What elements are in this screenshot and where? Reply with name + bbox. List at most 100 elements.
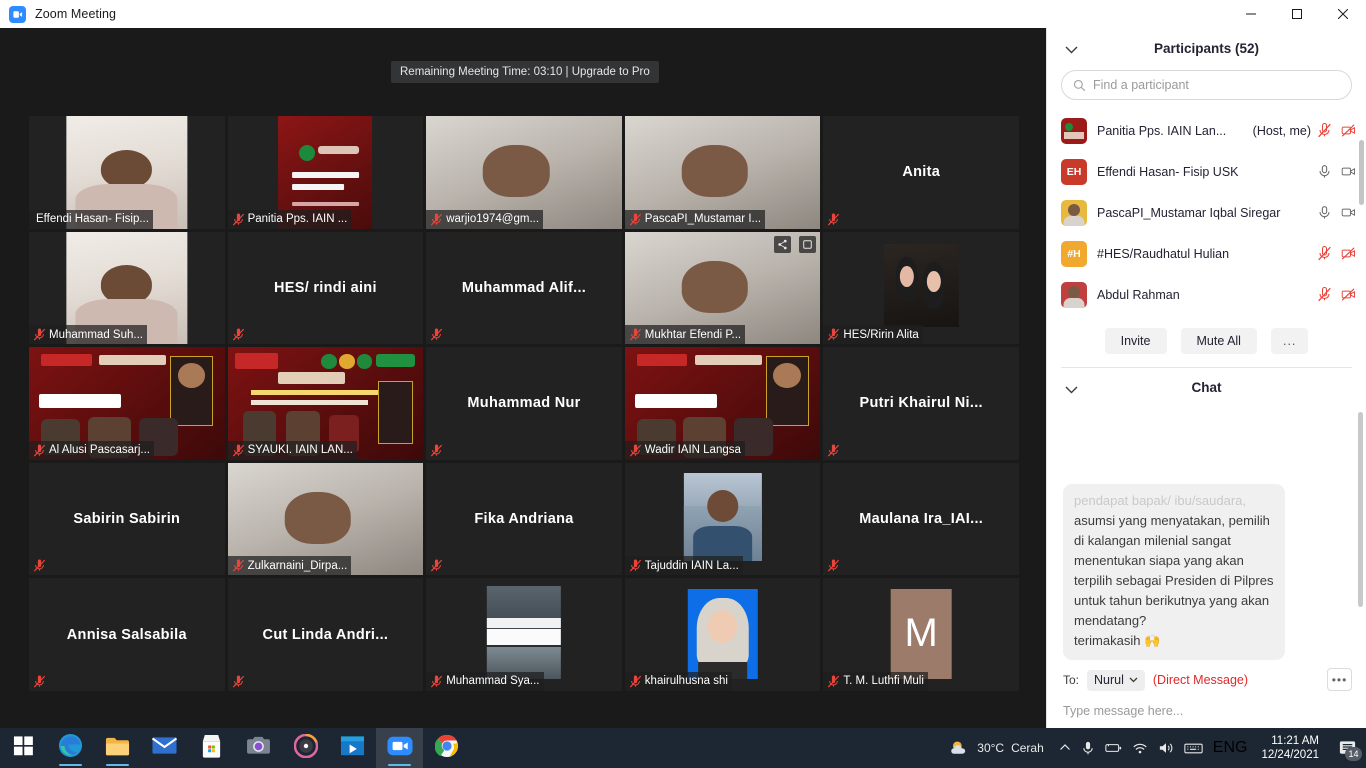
chat-input-row[interactable] — [1047, 694, 1366, 728]
chevron-down-icon[interactable] — [1065, 381, 1078, 399]
mic-muted-icon — [827, 328, 840, 341]
tile-name-label: warjio1974@gm... — [446, 213, 539, 225]
video-tile[interactable]: Muhammad Alif... — [426, 232, 622, 345]
close-button[interactable] — [1320, 0, 1366, 28]
wifi-icon[interactable] — [1132, 742, 1148, 755]
taskbar-zoom[interactable] — [376, 728, 423, 768]
window-titlebar: Zoom Meeting — [0, 0, 1366, 28]
taskbar-edge[interactable] — [47, 728, 94, 768]
share-icon[interactable] — [774, 236, 791, 253]
clock-time: 11:21 AM — [1261, 734, 1319, 748]
mic-muted-icon[interactable] — [1317, 287, 1332, 302]
video-tile[interactable]: Tajuddin IAIN La... — [625, 463, 821, 576]
microphone-icon[interactable] — [1081, 741, 1095, 756]
video-tile[interactable]: Mukhtar Efendi P... — [625, 232, 821, 345]
taskbar-mail[interactable] — [141, 728, 188, 768]
video-tile[interactable]: Maulana Ira_IAI... — [823, 463, 1019, 576]
tile-name-bar: Muhammad Suh... — [29, 325, 147, 344]
taskbar-weather[interactable]: 30°C Cerah — [943, 728, 1050, 768]
video-tile[interactable]: warjio1974@gm... — [426, 116, 622, 229]
volume-icon[interactable] — [1158, 741, 1174, 755]
mic-on-icon[interactable] — [1317, 164, 1332, 179]
avatar: EH — [1061, 159, 1087, 185]
participants-scrollbar[interactable] — [1359, 140, 1364, 205]
cam-off-icon[interactable] — [1341, 287, 1356, 302]
video-tile[interactable]: Putri Khairul Ni... — [823, 347, 1019, 460]
search-input[interactable] — [1093, 78, 1340, 92]
video-tile[interactable]: Panitia Pps. IAIN ... — [228, 116, 424, 229]
video-tile[interactable]: Muhammad Sya... — [426, 578, 622, 691]
video-tile[interactable]: Al Alusi Pascasarj... — [29, 347, 225, 460]
tile-display-name: Anita — [823, 116, 1019, 229]
mic-muted-icon[interactable] — [1317, 246, 1332, 261]
chat-message-clipped: pendapat bapak/ ibu/saudara, — [1074, 491, 1274, 511]
taskbar-movies-tv[interactable] — [329, 728, 376, 768]
chevron-up-icon[interactable] — [1059, 742, 1071, 754]
video-tile[interactable]: HES/ rindi aini — [228, 232, 424, 345]
pin-icon[interactable] — [799, 236, 816, 253]
cam-on-icon[interactable] — [1341, 164, 1356, 179]
keyboard-icon[interactable] — [1184, 742, 1203, 755]
video-tile[interactable]: Zulkarnaini_Dirpa... — [228, 463, 424, 576]
participants-more-button[interactable]: ... — [1271, 328, 1308, 354]
video-tile[interactable]: Anita — [823, 116, 1019, 229]
tile-name-label: Al Alusi Pascasarj... — [49, 444, 150, 456]
taskbar-camera[interactable] — [235, 728, 282, 768]
participant-search-box[interactable] — [1061, 70, 1352, 100]
minimize-button[interactable] — [1228, 0, 1274, 28]
tile-name-label: Zulkarnaini_Dirpa... — [248, 560, 348, 572]
participant-row[interactable]: Panitia Pps. IAIN Lan...(Host, me) — [1047, 110, 1366, 151]
start-button[interactable] — [0, 728, 47, 768]
chat-scrollbar[interactable] — [1358, 412, 1363, 607]
taskbar-file-explorer[interactable] — [94, 728, 141, 768]
cam-on-icon[interactable] — [1341, 205, 1356, 220]
participant-search-wrap — [1047, 68, 1366, 110]
tile-name-bar — [426, 325, 447, 344]
tile-name-label: PascaPI_Mustamar I... — [645, 213, 761, 225]
chevron-down-icon[interactable] — [1065, 41, 1078, 59]
video-tile[interactable]: Annisa Salsabila — [29, 578, 225, 691]
video-tile[interactable]: HES/Ririn Alita — [823, 232, 1019, 345]
mute-all-button[interactable]: Mute All — [1181, 328, 1257, 354]
video-tile[interactable]: Effendi Hasan- Fisip... — [29, 116, 225, 229]
taskbar-chrome[interactable] — [423, 728, 470, 768]
participant-row[interactable]: PascaPI_Mustamar Iqbal Siregar — [1047, 192, 1366, 233]
tile-display-name: Muhammad Nur — [426, 347, 622, 460]
participant-row[interactable]: #H#HES/Raudhatul Hulian — [1047, 233, 1366, 274]
participant-row[interactable]: EHEffendi Hasan- Fisip USK — [1047, 151, 1366, 192]
tile-name-bar: SYAUKI. IAIN LAN... — [228, 441, 357, 460]
video-tile[interactable]: Cut Linda Andri... — [228, 578, 424, 691]
maximize-button[interactable] — [1274, 0, 1320, 28]
video-tile[interactable]: MT. M. Luthfi Muli — [823, 578, 1019, 691]
participant-row[interactable]: Abdul Rahman — [1047, 274, 1366, 315]
chat-message-area[interactable]: pendapat bapak/ ibu/saudara, asumsi yang… — [1047, 406, 1366, 666]
mic-muted-icon — [430, 328, 443, 341]
cam-off-icon[interactable] — [1341, 246, 1356, 261]
video-tile[interactable]: Wadir IAIN Langsa — [625, 347, 821, 460]
invite-button[interactable]: Invite — [1105, 328, 1167, 354]
taskbar-microsoft-store[interactable] — [188, 728, 235, 768]
video-tile[interactable]: Fika Andriana — [426, 463, 622, 576]
video-tile[interactable]: PascaPI_Mustamar I... — [625, 116, 821, 229]
language-indicator[interactable]: ENG — [1213, 739, 1248, 757]
video-tile[interactable]: khairulhusna shi — [625, 578, 821, 691]
meeting-timer-banner[interactable]: Remaining Meeting Time: 03:10 | Upgrade … — [391, 61, 659, 83]
chat-more-options-icon[interactable]: ••• — [1327, 668, 1352, 691]
mic-muted-icon[interactable] — [1317, 123, 1332, 138]
video-tile[interactable]: SYAUKI. IAIN LAN... — [228, 347, 424, 460]
tile-name-bar — [228, 325, 249, 344]
battery-icon[interactable] — [1105, 742, 1122, 754]
chat-message-input[interactable] — [1063, 704, 1350, 718]
mic-on-icon[interactable] — [1317, 205, 1332, 220]
participant-photo — [687, 589, 757, 679]
notification-center-button[interactable]: 14 — [1328, 728, 1366, 768]
chat-recipient-dropdown[interactable]: Nurul — [1087, 670, 1145, 691]
taskbar-clock[interactable]: 11:21 AM 12/24/2021 — [1256, 734, 1328, 762]
participant-name: Abdul Rahman — [1097, 288, 1311, 302]
taskbar-media-player[interactable] — [282, 728, 329, 768]
weather-description: Cerah — [1011, 741, 1044, 755]
video-tile[interactable]: Muhammad Suh... — [29, 232, 225, 345]
cam-off-icon[interactable] — [1341, 123, 1356, 138]
video-tile[interactable]: Sabirin Sabirin — [29, 463, 225, 576]
video-tile[interactable]: Muhammad Nur — [426, 347, 622, 460]
